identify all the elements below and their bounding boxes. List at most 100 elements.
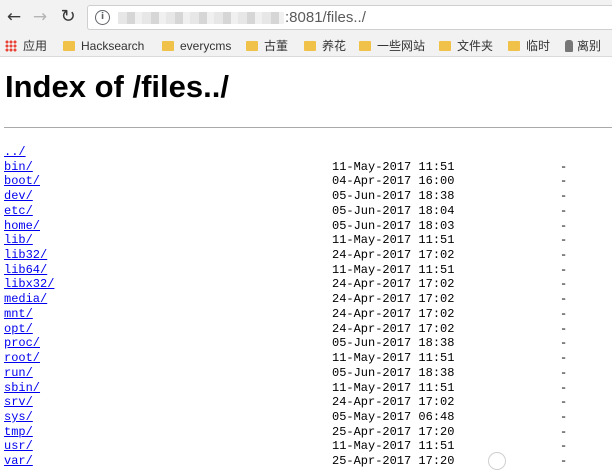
bookmark-apps[interactable]: 应用 xyxy=(5,38,47,54)
folder-icon xyxy=(439,41,451,51)
redacted-host xyxy=(118,12,284,24)
bookmark-label: 临时 xyxy=(526,39,551,53)
listing-link[interactable]: home/ xyxy=(4,219,40,234)
watermark-logo-icon xyxy=(488,451,506,470)
arrow-right-icon[interactable]: → xyxy=(29,6,51,28)
listing-row: lib64/11-May-2017 11:51 - xyxy=(4,263,612,278)
info-icon[interactable]: i xyxy=(95,10,110,25)
listing-link[interactable]: boot/ xyxy=(4,174,40,189)
url-text[interactable]: :8081/files../ xyxy=(285,9,366,26)
arrow-left-icon[interactable]: ← xyxy=(3,6,25,28)
listing-size: - xyxy=(560,365,568,380)
listing-size: - xyxy=(560,189,568,204)
listing-link[interactable]: lib/ xyxy=(4,233,33,248)
listing-link[interactable]: usr/ xyxy=(4,439,33,454)
listing-link[interactable]: lib64/ xyxy=(4,263,47,278)
listing-link[interactable]: ../ xyxy=(4,145,26,160)
folder-icon xyxy=(63,41,75,51)
listing-size: - xyxy=(560,380,568,395)
bookmark-hacksearch[interactable]: Hacksearch xyxy=(63,38,144,54)
folder-icon xyxy=(508,41,520,51)
listing-row: run/05-Jun-2017 18:38 - xyxy=(4,366,612,381)
bookmark-label: 文件夹 xyxy=(457,39,494,53)
bookmark-label: 一些网站 xyxy=(377,39,426,53)
listing-link[interactable]: libx32/ xyxy=(4,277,54,292)
bookmark-websites[interactable]: 一些网站 xyxy=(359,38,425,54)
listing-size: - xyxy=(560,159,568,174)
bookmark-label: 离别 xyxy=(577,39,602,53)
listing-link[interactable]: run/ xyxy=(4,366,33,381)
listing-row: boot/04-Apr-2017 16:00 - xyxy=(4,174,612,189)
page-title: Index of /files../ xyxy=(5,69,229,104)
listing-date: 24-Apr-2017 17:02 xyxy=(332,277,455,292)
bookmark-label: Hacksearch xyxy=(81,39,145,53)
listing-row: home/05-Jun-2017 18:03 - xyxy=(4,219,612,234)
listing-row: dev/05-Jun-2017 18:38 - xyxy=(4,189,612,204)
listing-row: srv/24-Apr-2017 17:02 - xyxy=(4,395,612,410)
bookmark-temp[interactable]: 临时 xyxy=(508,38,550,54)
bookmarks-bar: 应用 Hacksearch everycms 古董 养花 一些网站 文件夹 临时… xyxy=(0,36,612,57)
listing-date: 24-Apr-2017 17:02 xyxy=(332,395,455,410)
bookmark-label: 养花 xyxy=(322,39,347,53)
bookmark-farewell[interactable]: 离别 xyxy=(565,38,601,54)
reload-icon[interactable]: ↻ xyxy=(57,6,79,28)
listing-link[interactable]: srv/ xyxy=(4,395,33,410)
listing-link[interactable]: dev/ xyxy=(4,189,33,204)
bookmark-everycms[interactable]: everycms xyxy=(162,38,231,54)
listing-row: proc/05-Jun-2017 18:38 - xyxy=(4,336,612,351)
listing-link[interactable]: media/ xyxy=(4,292,47,307)
listing-date: 11-May-2017 11:51 xyxy=(332,380,455,395)
listing-date: 11-May-2017 11:51 xyxy=(332,262,455,277)
listing-size: - xyxy=(560,306,568,321)
listing-date: 24-Apr-2017 17:02 xyxy=(332,321,455,336)
listing-date: 05-Jun-2017 18:38 xyxy=(332,336,455,351)
listing-link[interactable]: mnt/ xyxy=(4,307,33,322)
listing-row: libx32/24-Apr-2017 17:02 - xyxy=(4,277,612,292)
listing-date: 24-Apr-2017 17:02 xyxy=(332,306,455,321)
apps-grid-icon xyxy=(5,40,17,52)
listing-link[interactable]: opt/ xyxy=(4,322,33,337)
bookmark-flowers[interactable]: 养花 xyxy=(304,38,346,54)
divider xyxy=(4,127,612,128)
listing-size: - xyxy=(560,262,568,277)
bookmark-antiques[interactable]: 古董 xyxy=(246,38,288,54)
listing-link[interactable]: tmp/ xyxy=(4,425,33,440)
listing-link[interactable]: lib32/ xyxy=(4,248,47,263)
listing-date: 05-Jun-2017 18:38 xyxy=(332,189,455,204)
listing-size: - xyxy=(560,336,568,351)
listing-link[interactable]: etc/ xyxy=(4,204,33,219)
listing-size: - xyxy=(560,395,568,410)
directory-listing: ../bin/11-May-2017 11:51- boot/04-Apr-201… xyxy=(4,145,612,469)
listing-row: bin/11-May-2017 11:51 - xyxy=(4,160,612,175)
listing-date: 11-May-2017 11:51 xyxy=(332,439,455,454)
folder-icon xyxy=(304,41,316,51)
listing-date: 04-Apr-2017 16:00 xyxy=(332,174,455,189)
page-content: Index of /files../ ../bin/11-May-2017 11… xyxy=(0,57,612,471)
listing-link[interactable]: sys/ xyxy=(4,410,33,425)
listing-row: lib32/24-Apr-2017 17:02 - xyxy=(4,248,612,263)
listing-row: opt/24-Apr-2017 17:02 - xyxy=(4,322,612,337)
listing-link[interactable]: sbin/ xyxy=(4,381,40,396)
listing-link[interactable]: proc/ xyxy=(4,336,40,351)
listing-size: - xyxy=(560,203,568,218)
listing-size: - xyxy=(560,424,568,439)
listing-date: 11-May-2017 11:51 xyxy=(332,351,455,366)
listing-date: 05-Jun-2017 18:04 xyxy=(332,203,455,218)
folder-icon xyxy=(162,41,174,51)
listing-size: - xyxy=(560,321,568,336)
listing-size: - xyxy=(560,277,568,292)
listing-row: media/24-Apr-2017 17:02 - xyxy=(4,292,612,307)
listing-link[interactable]: root/ xyxy=(4,351,40,366)
listing-link[interactable]: var/ xyxy=(4,454,33,469)
listing-size: - xyxy=(560,248,568,263)
listing-link[interactable]: bin/ xyxy=(4,160,33,175)
listing-date: 11-May-2017 11:51 xyxy=(332,159,455,174)
listing-row: ../ xyxy=(4,145,612,160)
bookmark-folder[interactable]: 文件夹 xyxy=(439,38,493,54)
listing-date: 11-May-2017 11:51 xyxy=(332,233,455,248)
address-bar[interactable]: i :8081/files../ xyxy=(87,5,612,30)
folder-icon xyxy=(359,41,371,51)
watermark xyxy=(488,450,612,471)
bookmark-label: everycms xyxy=(180,39,232,53)
listing-size: - xyxy=(560,351,568,366)
